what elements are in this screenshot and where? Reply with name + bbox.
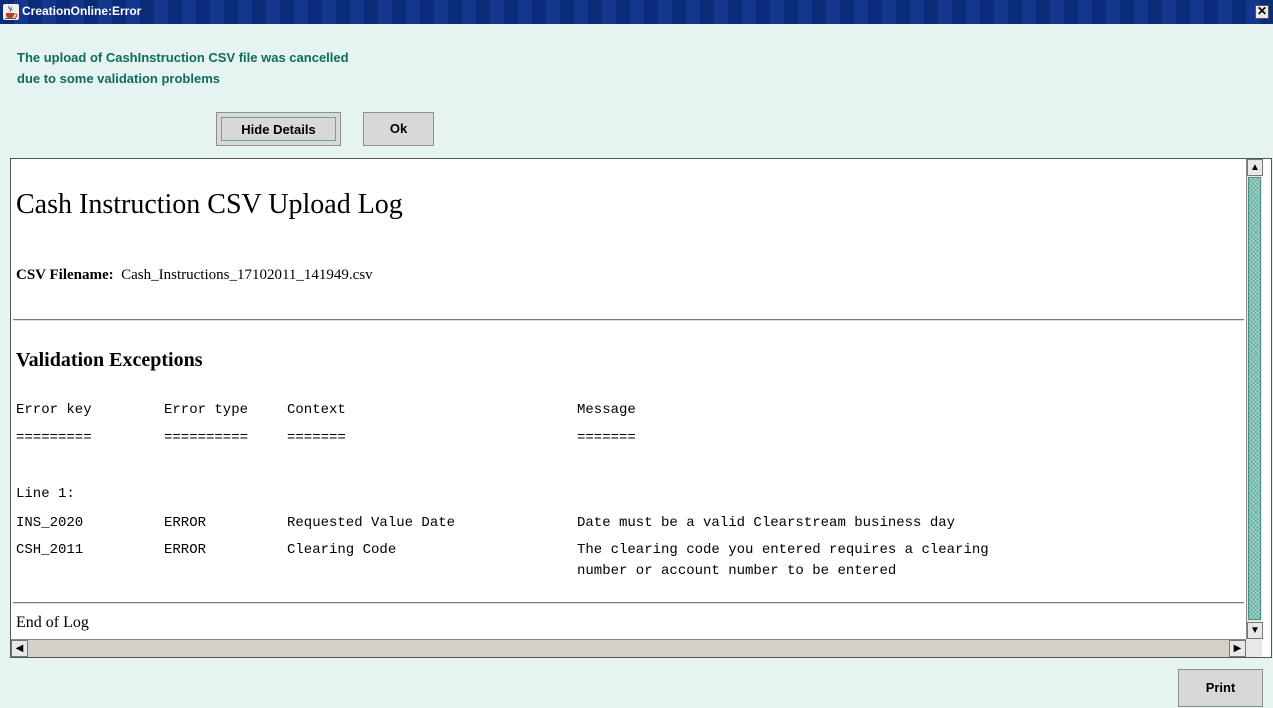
horizontal-scroll-track[interactable] [28, 640, 1229, 657]
row-2-error-key: CSH_2011 [16, 542, 84, 558]
divider [13, 602, 1244, 604]
hide-details-button[interactable]: Hide Details [216, 112, 341, 146]
row-2-message-continued: number or account number to be entered [577, 563, 897, 579]
close-icon: ✕ [1256, 4, 1268, 18]
window-title: CreationOnline:Error [22, 4, 142, 18]
log-content: Cash Instruction CSV Upload Log CSV File… [11, 159, 1246, 639]
csv-filename-row: CSV Filename: Cash_Instructions_17102011… [16, 267, 373, 284]
error-message: The upload of CashInstruction CSV file w… [17, 47, 487, 89]
section-title: Validation Exceptions [16, 349, 203, 371]
underline-error-key: ========= [16, 430, 92, 446]
vertical-scrollbar[interactable]: ▲ ▼ [1246, 159, 1263, 639]
print-button[interactable]: Print [1178, 669, 1263, 707]
scroll-corner [1246, 639, 1262, 657]
title-bar[interactable]: CreationOnline:Error ✕ [0, 0, 1273, 24]
row-1-context: Requested Value Date [287, 515, 456, 531]
scroll-left-arrow-icon[interactable]: ◀ [11, 640, 28, 657]
column-header-message: Message [577, 402, 636, 418]
column-header-error-key: Error key [16, 402, 92, 418]
ok-button[interactable]: Ok [363, 112, 434, 146]
divider [13, 319, 1244, 321]
underline-message: ======= [577, 430, 636, 446]
scroll-down-arrow-icon[interactable]: ▼ [1247, 622, 1263, 639]
log-title: Cash Instruction CSV Upload Log [16, 189, 403, 220]
csv-filename-value: Cash_Instructions_17102011_141949.csv [121, 267, 373, 283]
error-message-line-1: The upload of CashInstruction CSV file w… [17, 50, 349, 65]
horizontal-scrollbar[interactable]: ◀ ▶ [11, 639, 1246, 657]
row-1-message: Date must be a valid Clearstream busines… [577, 515, 956, 531]
end-of-log: End of Log [16, 614, 89, 631]
hide-details-label: Hide Details [221, 117, 336, 141]
row-2-error-type: ERROR [164, 542, 207, 558]
java-coffee-cup-icon [3, 4, 19, 20]
column-header-context: Context [287, 402, 346, 418]
underline-error-type: ========== [164, 430, 249, 446]
scroll-up-arrow-icon[interactable]: ▲ [1247, 159, 1263, 176]
row-2-message: The clearing code you entered requires a… [577, 542, 989, 558]
line-label: Line 1: [16, 486, 75, 502]
row-1-error-type: ERROR [164, 515, 207, 531]
log-panel[interactable]: Cash Instruction CSV Upload Log CSV File… [10, 158, 1272, 658]
row-1-error-key: INS_2020 [16, 515, 84, 531]
underline-context: ======= [287, 430, 346, 446]
close-button[interactable]: ✕ [1255, 5, 1269, 19]
error-message-line-2: due to some validation problems [17, 71, 220, 86]
scroll-right-arrow-icon[interactable]: ▶ [1229, 640, 1246, 657]
vertical-scroll-thumb[interactable] [1248, 177, 1261, 620]
column-header-error-type: Error type [164, 402, 249, 418]
row-2-context: Clearing Code [287, 542, 397, 558]
csv-filename-label: CSV Filename: [16, 267, 114, 283]
